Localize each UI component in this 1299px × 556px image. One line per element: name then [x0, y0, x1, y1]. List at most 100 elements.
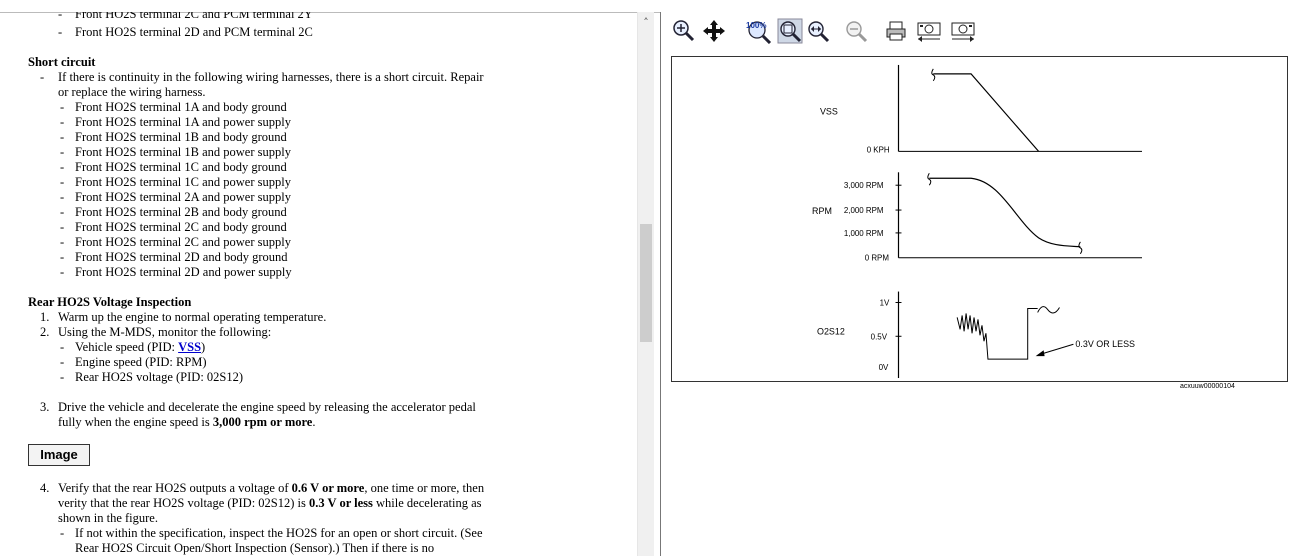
arrowhead	[1035, 350, 1045, 357]
rpm-tick-label: 2,000 RPM	[844, 206, 884, 215]
image-button[interactable]: Image	[28, 444, 90, 466]
bullet-dash: -	[58, 25, 63, 39]
scroll-up-arrow-icon[interactable]: ˄	[638, 16, 654, 29]
rear-ho2s-heading: Rear HO2S Voltage Inspection	[28, 295, 192, 309]
rpm-label: RPM	[812, 206, 832, 216]
short-circuit-item: Front HO2S terminal 2A and power supply	[75, 190, 291, 204]
bold-text: 3,000 rpm or more	[212, 415, 313, 429]
bullet-dash: -	[60, 235, 65, 249]
vss-tick-label: 0 KPH	[867, 145, 890, 154]
short-circuit-item: Front HO2S terminal 1B and body ground	[75, 130, 287, 144]
break-mark	[1037, 306, 1060, 314]
break-mark	[1078, 241, 1083, 255]
bullet-dash: -	[60, 115, 65, 129]
rpm-trace	[929, 177, 1081, 248]
short-circuit-heading: Short circuit	[28, 55, 96, 69]
save-image-icon[interactable]	[949, 18, 977, 44]
text: Verify that the rear HO2S outputs a volt…	[58, 481, 292, 495]
copy-image-icon[interactable]	[915, 18, 943, 44]
vertical-scrollbar[interactable]: ˄	[637, 12, 654, 556]
bullet-dash: -	[60, 340, 65, 354]
signal-diagram: VSS 0 KPH RPM 3,000 RPM 2,000 RPM 1,000 …	[671, 56, 1288, 382]
scrollbar-thumb[interactable]	[640, 224, 652, 342]
zoom-out-icon[interactable]	[843, 18, 869, 44]
bullet-dash: -	[60, 526, 65, 540]
rpm-tick-label: 0 RPM	[865, 254, 889, 263]
rpm-tick-label: 1,000 RPM	[844, 229, 884, 238]
doc-line: Front HO2S terminal 2C and PCM terminal …	[75, 12, 313, 21]
doc-line: Front HO2S terminal 2D and PCM terminal …	[75, 25, 313, 39]
step-4-text: Verify that the rear HO2S outputs a volt…	[58, 481, 484, 496]
bullet-dash: -	[60, 145, 65, 159]
step-4-text-3: shown in the figure.	[58, 511, 158, 525]
zoom-fit-icon[interactable]	[777, 18, 803, 44]
bullet-dash: -	[60, 355, 65, 369]
bullet-dash: -	[60, 190, 65, 204]
step-number: 1.	[40, 310, 50, 324]
zoom-width-icon[interactable]	[805, 18, 831, 44]
step-4-text-2: verity that the rear HO2S voltage (PID: …	[58, 496, 482, 511]
bullet-dash: -	[60, 160, 65, 174]
document-pane: - Front HO2S terminal 2C and PCM termina…	[0, 12, 637, 556]
zoom-100-icon[interactable]: 100%	[743, 18, 773, 44]
pid-text: Vehicle speed (PID:	[75, 340, 179, 354]
short-circuit-item: Front HO2S terminal 2C and body ground	[75, 220, 287, 234]
text: verity that the rear HO2S voltage (PID: …	[58, 496, 309, 510]
break-mark	[927, 173, 932, 186]
bullet-dash: -	[60, 175, 65, 189]
o2s12-tick-label: 1V	[880, 298, 890, 307]
step-2-text: Using the M-MDS, monitor the following:	[58, 325, 272, 339]
step-number: 2.	[40, 325, 50, 339]
text: , one time or more, then	[364, 481, 485, 495]
o2s12-tick-label: 0.5V	[871, 332, 888, 341]
rpm-tick-label: 3,000 RPM	[844, 181, 884, 190]
bullet-dash: -	[40, 70, 45, 84]
text: fully when the engine speed is	[58, 415, 213, 429]
short-circuit-item: Front HO2S terminal 1A and power supply	[75, 115, 291, 129]
doc-line: If there is continuity in the following …	[58, 70, 484, 84]
vss-link[interactable]: VSS	[178, 340, 201, 354]
step-4-sub-text-2: Rear HO2S Circuit Open/Short Inspection …	[75, 541, 435, 555]
zoom-100-label: 100%	[746, 21, 766, 30]
bullet-dash: -	[58, 12, 63, 21]
step-1-text: Warm up the engine to normal operating t…	[58, 310, 327, 324]
short-circuit-item: Front HO2S terminal 1C and body ground	[75, 160, 287, 174]
step-number: 4.	[40, 481, 50, 495]
pid-rpm-line: Engine speed (PID: RPM)	[75, 355, 207, 369]
pan-icon[interactable]	[701, 18, 727, 44]
o2s12-trace	[956, 307, 1038, 360]
short-circuit-item: Front HO2S terminal 1B and power supply	[75, 145, 291, 159]
bold-text: 0.6 V or more	[291, 481, 365, 495]
vss-label: VSS	[820, 107, 838, 117]
bullet-dash: -	[60, 250, 65, 264]
vss-trace	[933, 73, 1040, 152]
pid-vss-line: Vehicle speed (PID: VSS)	[75, 340, 205, 355]
bold-text: 0.3 V or less	[309, 496, 373, 510]
pid-o2s12-line: Rear HO2S voltage (PID: 02S12)	[75, 370, 244, 384]
short-circuit-item: Front HO2S terminal 2D and power supply	[75, 265, 292, 279]
bullet-dash: -	[60, 220, 65, 234]
short-circuit-item: Front HO2S terminal 2C and power supply	[75, 235, 291, 249]
o2s12-label: O2S12	[817, 326, 845, 336]
o2s12-tick-label: 0V	[879, 363, 889, 372]
short-circuit-item: Front HO2S terminal 1A and body ground	[75, 100, 287, 114]
text: while decelerating as	[372, 496, 482, 510]
short-circuit-item: Front HO2S terminal 2D and body ground	[75, 250, 288, 264]
break-mark	[931, 68, 936, 82]
annotation-label: 0.3V OR LESS	[1075, 339, 1135, 349]
step-4-sub-text: If not within the specification, inspect…	[75, 526, 483, 540]
zoom-in-icon[interactable]	[671, 18, 697, 44]
print-icon[interactable]	[883, 18, 909, 44]
bullet-dash: -	[60, 130, 65, 144]
step-3-text-2: fully when the engine speed is 3,000 rpm…	[58, 415, 315, 430]
step-3-text: Drive the vehicle and decelerate the eng…	[58, 400, 476, 414]
figure-id: acxuuw00000104	[1180, 383, 1235, 390]
text: .	[312, 415, 316, 429]
bullet-dash: -	[60, 265, 65, 279]
short-circuit-item: Front HO2S terminal 2B and body ground	[75, 205, 287, 219]
bullet-dash: -	[60, 100, 65, 114]
step-number: 3.	[40, 400, 50, 414]
doc-line: or replace the wiring harness.	[58, 85, 206, 99]
bullet-dash: -	[60, 370, 65, 384]
short-circuit-item: Front HO2S terminal 1C and power supply	[75, 175, 291, 189]
